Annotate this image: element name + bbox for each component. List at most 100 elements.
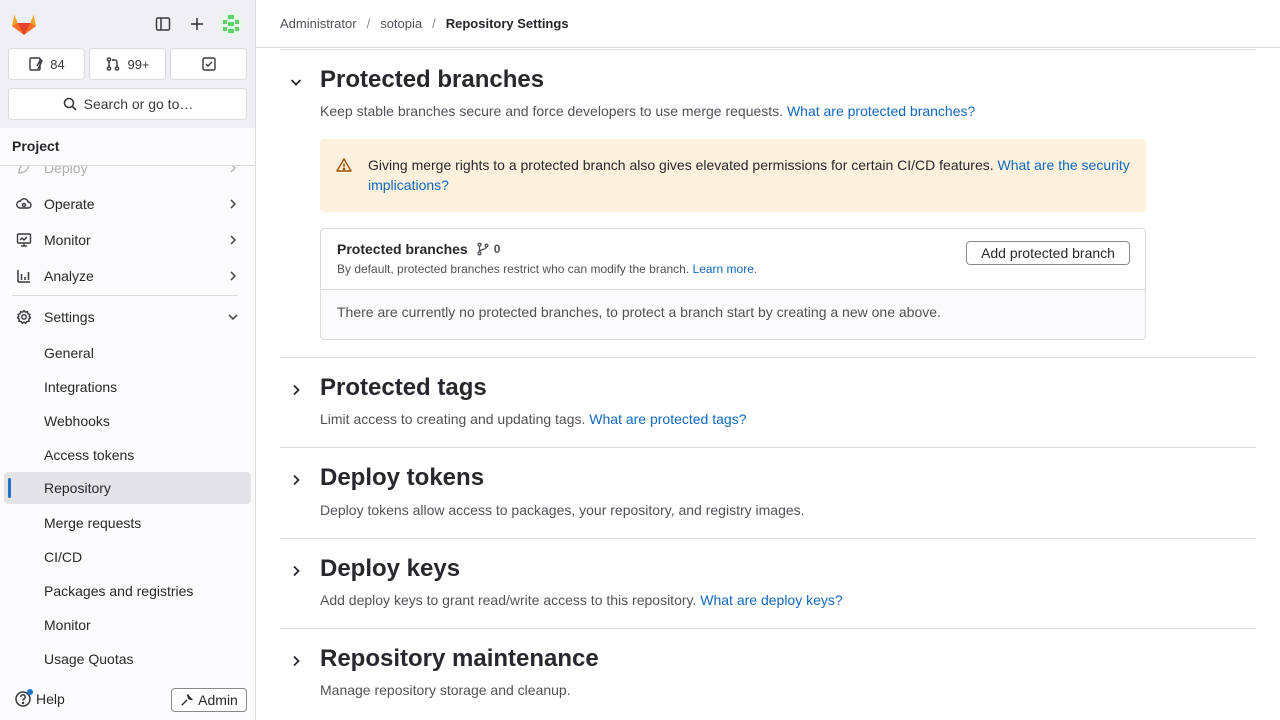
search-label: Search or go to… [83, 96, 194, 112]
card-subtitle-text: By default, protected branches restrict … [337, 262, 690, 276]
settings-gear-icon [16, 309, 32, 325]
sidebar-item-label: Settings [44, 309, 95, 325]
sidebar-subitem-ci-cd[interactable]: CI/CD [4, 541, 251, 573]
protected-branches-help-link[interactable]: What are protected branches? [787, 103, 975, 119]
cloud-gear-icon [16, 196, 32, 212]
todo-checkbox-icon [201, 57, 216, 71]
sidebar-subitem-usage-quotas[interactable]: Usage Quotas [4, 643, 251, 675]
section-title-protected-tags: Protected tags [320, 374, 487, 401]
breadcrumb: Administrator / sotopia / Repository Set… [256, 0, 1280, 48]
warning-alert: Giving merge rights to a protected branc… [320, 139, 1146, 212]
learn-more-link[interactable]: Learn more [693, 262, 754, 276]
section-divider [280, 357, 1256, 358]
description-text: Keep stable branches secure and force de… [320, 103, 784, 119]
sidebar-top: 84 99+ Search or go to… [0, 0, 255, 128]
section-title-deploy-keys: Deploy keys [320, 555, 461, 582]
chevron-down-icon[interactable] [288, 74, 304, 90]
chevron-right-icon[interactable] [288, 653, 304, 669]
chevron-right-icon [230, 199, 237, 209]
breadcrumb-separator: / [366, 16, 371, 31]
period: . [753, 262, 758, 276]
help-button[interactable]: Help [14, 689, 65, 708]
chevron-down-icon [228, 314, 238, 321]
sidebar-toggle-icon[interactable] [151, 12, 175, 36]
sidebar-footer: Help Admin [0, 680, 255, 720]
nav-divider [12, 295, 238, 296]
sidebar: 84 99+ Search or go to… Project Deploy O… [0, 0, 256, 720]
admin-button[interactable]: Admin [171, 688, 247, 712]
sidebar-subitem-repository[interactable]: Repository [4, 472, 251, 504]
wrench-icon [181, 694, 194, 706]
card-title-text: Protected branches [337, 241, 468, 257]
issues-count: 84 [50, 56, 65, 72]
card-subtitle: By default, protected branches restrict … [337, 262, 757, 276]
help-icon [14, 689, 33, 708]
issues-count-button[interactable]: 84 [8, 48, 85, 80]
breadcrumb-item-administrator[interactable]: Administrator [280, 16, 357, 31]
chart-icon [16, 268, 32, 284]
section-divider [280, 538, 1256, 539]
chevron-right-icon[interactable] [288, 382, 304, 398]
sidebar-item-monitor[interactable]: Monitor [4, 224, 251, 256]
breadcrumb-current[interactable]: Repository Settings [446, 16, 569, 31]
sidebar-subitem-access-tokens[interactable]: Access tokens [4, 439, 251, 471]
monitor-icon [16, 232, 32, 248]
card-title: Protected branches 0 [337, 241, 500, 257]
breadcrumb-item-project[interactable]: sotopia [380, 16, 422, 31]
sidebar-subitem-webhooks[interactable]: Webhooks [4, 405, 251, 437]
description-text: Add deploy keys to grant read/write acce… [320, 592, 697, 608]
sidebar-subitem-general[interactable]: General [4, 337, 251, 369]
protected-branches-card: Protected branches 0 By default, protect… [320, 228, 1146, 340]
chevron-right-icon[interactable] [288, 563, 304, 579]
section-divider [280, 628, 1256, 629]
plus-icon[interactable] [185, 12, 209, 36]
empty-state-text: There are currently no protected branche… [321, 290, 1145, 339]
alert-text: Giving merge rights to a protected branc… [368, 155, 1138, 195]
section-title-repository-maintenance: Repository maintenance [320, 645, 599, 672]
admin-label: Admin [198, 692, 238, 708]
sidebar-item-label: Analyze [44, 268, 94, 284]
alert-message: Giving merge rights to a protected branc… [368, 157, 994, 173]
sidebar-item-operate[interactable]: Operate [4, 188, 251, 220]
sidebar-item-analyze[interactable]: Analyze [4, 260, 251, 292]
sidebar-subitem-merge-requests[interactable]: Merge requests [4, 507, 251, 539]
issues-icon [29, 57, 44, 71]
merge-requests-count-button[interactable]: 99+ [89, 48, 166, 80]
protected-tags-help-link[interactable]: What are protected tags? [589, 411, 746, 427]
section-description-repository-maintenance: Manage repository storage and cleanup. [320, 682, 571, 698]
section-description-deploy-tokens: Deploy tokens allow access to packages, … [320, 502, 805, 518]
section-description-protected-branches: Keep stable branches secure and force de… [320, 103, 975, 119]
sidebar-nav[interactable]: Deploy Operate Monitor Analyze Settings … [0, 150, 255, 680]
description-text: Limit access to creating and updating ta… [320, 411, 586, 427]
breadcrumb-separator: / [432, 16, 436, 31]
help-label: Help [36, 691, 65, 707]
project-header: Project [0, 128, 255, 166]
notification-dot [27, 689, 33, 695]
sidebar-subitem-integrations[interactable]: Integrations [4, 371, 251, 403]
branch-count: 0 [493, 242, 501, 256]
merge-requests-count: 99+ [127, 56, 150, 72]
avatar[interactable] [219, 12, 243, 36]
main-content: Protected branches Keep stable branches … [280, 48, 1256, 720]
chevron-right-icon[interactable] [288, 472, 304, 488]
gitlab-logo-icon[interactable] [11, 12, 37, 36]
deploy-keys-help-link[interactable]: What are deploy keys? [700, 592, 842, 608]
section-title-protected-branches: Protected branches [320, 66, 545, 93]
section-divider [280, 447, 1256, 448]
branch-icon [477, 242, 489, 256]
sidebar-subitem-monitor[interactable]: Monitor [4, 609, 251, 641]
sidebar-item-label: Operate [44, 196, 95, 212]
branch-count-badge: 0 [476, 242, 501, 256]
section-divider [280, 49, 1256, 50]
todos-button[interactable] [170, 48, 247, 80]
section-description-protected-tags: Limit access to creating and updating ta… [320, 411, 746, 427]
sidebar-subitem-packages-registries[interactable]: Packages and registries [4, 575, 251, 607]
add-protected-branch-button[interactable]: Add protected branch [966, 241, 1130, 265]
chevron-right-icon [230, 271, 237, 281]
search-button[interactable]: Search or go to… [8, 88, 247, 120]
section-title-deploy-tokens: Deploy tokens [320, 464, 485, 491]
card-header: Protected branches 0 By default, protect… [321, 229, 1145, 290]
sidebar-item-settings[interactable]: Settings [4, 301, 251, 333]
chevron-right-icon [230, 235, 237, 245]
merge-request-icon [107, 57, 120, 71]
